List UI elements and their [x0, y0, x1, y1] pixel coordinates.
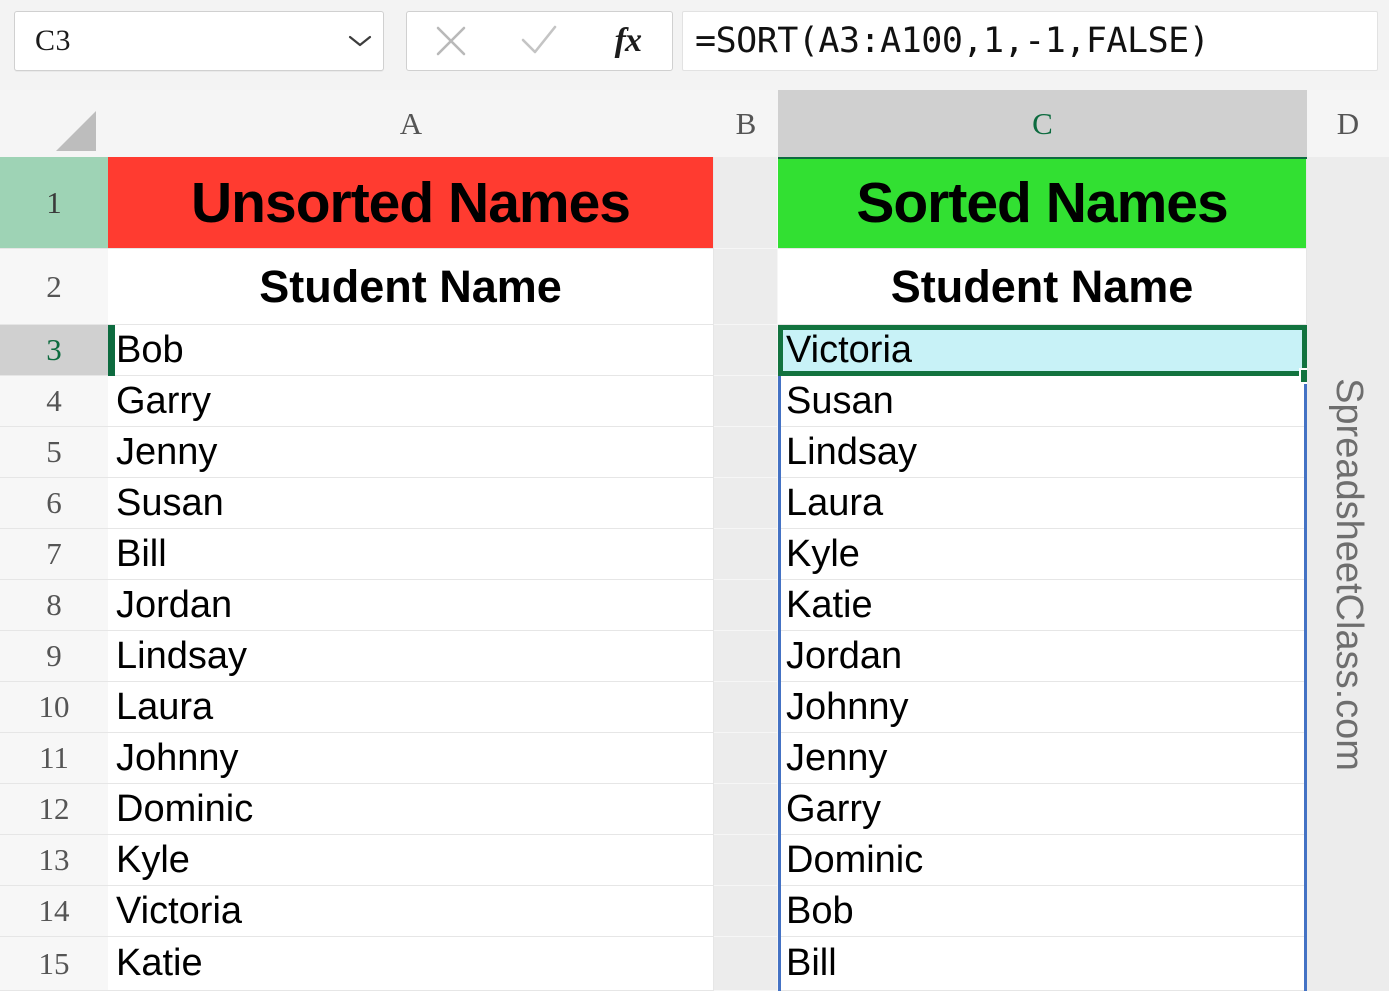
column-header-a[interactable]: A	[108, 90, 715, 157]
name-box-value[interactable]: C3	[15, 24, 337, 58]
column-header-strip: A B C D	[0, 90, 1389, 158]
cell-c2[interactable]: Student Name	[778, 249, 1307, 325]
cell-a9[interactable]: Lindsay	[108, 631, 714, 682]
cell-b5[interactable]	[714, 427, 778, 478]
select-all-corner[interactable]	[0, 90, 109, 157]
column-header-c[interactable]: C	[778, 90, 1308, 157]
formula-input[interactable]: =SORT(A3:A100,1,-1,FALSE)	[682, 11, 1378, 71]
cell-a11[interactable]: Johnny	[108, 733, 714, 784]
row-header-strip: 1 2 3 4 5 6 7 8 9 10 11 12 13 14 15	[0, 157, 109, 991]
cell-c8[interactable]: Katie	[778, 580, 1307, 631]
row-header-11[interactable]: 11	[0, 733, 108, 784]
cell-c13[interactable]: Dominic	[778, 835, 1307, 886]
checkmark-icon	[522, 25, 557, 54]
row-header-1[interactable]: 1	[0, 157, 108, 249]
row-header-5[interactable]: 5	[0, 427, 108, 478]
column-header-b[interactable]: B	[714, 90, 779, 157]
cell-c10[interactable]: Johnny	[778, 682, 1307, 733]
row-header-8[interactable]: 8	[0, 580, 108, 631]
chevron-down-icon[interactable]	[337, 33, 383, 49]
cell-a7[interactable]: Bill	[108, 529, 714, 580]
row-header-12[interactable]: 12	[0, 784, 108, 835]
cell-canvas: Unsorted Names Sorted Names Student Name…	[108, 157, 1389, 991]
row-header-4[interactable]: 4	[0, 376, 108, 427]
enter-button[interactable]	[504, 13, 574, 69]
cell-a2[interactable]: Student Name	[108, 249, 714, 325]
cell-b9[interactable]	[714, 631, 778, 682]
formula-action-buttons: fx	[406, 11, 673, 71]
cell-a3[interactable]: Bob	[108, 325, 714, 376]
fx-icon: fx	[614, 22, 642, 59]
cell-a15[interactable]: Katie	[108, 937, 714, 991]
close-x-icon	[436, 26, 466, 56]
cell-a10[interactable]: Laura	[108, 682, 714, 733]
cell-b7[interactable]	[714, 529, 778, 580]
cell-c6[interactable]: Laura	[778, 478, 1307, 529]
source-range-anchor-marker	[108, 325, 115, 376]
cell-c9[interactable]: Jordan	[778, 631, 1307, 682]
active-cell-text: Victoria	[786, 329, 913, 371]
cell-a12[interactable]: Dominic	[108, 784, 714, 835]
cell-b2[interactable]	[714, 249, 778, 325]
row-header-13[interactable]: 13	[0, 835, 108, 886]
cell-a6[interactable]: Susan	[108, 478, 714, 529]
cancel-button[interactable]	[416, 13, 486, 69]
cell-c15[interactable]: Bill	[778, 937, 1307, 991]
row-header-3[interactable]: 3	[0, 325, 108, 376]
column-header-d[interactable]: D	[1307, 90, 1389, 157]
cell-a1[interactable]: Unsorted Names	[108, 157, 714, 249]
cell-b4[interactable]	[714, 376, 778, 427]
cell-a4[interactable]: Garry	[108, 376, 714, 427]
cell-c5[interactable]: Lindsay	[778, 427, 1307, 478]
cell-b10[interactable]	[714, 682, 778, 733]
row-header-6[interactable]: 6	[0, 478, 108, 529]
formula-bar-region: C3 fx =SORT(A3:A100,1,-1,FALSE)	[0, 0, 1389, 91]
worksheet-grid: A B C D 1 2 3 4 5 6 7 8 9 10 11 12 13 14…	[0, 90, 1389, 991]
cell-b11[interactable]	[714, 733, 778, 784]
cell-c7[interactable]: Kyle	[778, 529, 1307, 580]
row-header-14[interactable]: 14	[0, 886, 108, 937]
cell-b12[interactable]	[714, 784, 778, 835]
cell-b13[interactable]	[714, 835, 778, 886]
row-header-9[interactable]: 9	[0, 631, 108, 682]
cell-a13[interactable]: Kyle	[108, 835, 714, 886]
cell-b14[interactable]	[714, 886, 778, 937]
cell-a8[interactable]: Jordan	[108, 580, 714, 631]
cell-c1[interactable]: Sorted Names	[778, 157, 1307, 249]
cell-b6[interactable]	[714, 478, 778, 529]
name-box[interactable]: C3	[14, 11, 384, 71]
select-all-triangle-icon	[56, 111, 96, 151]
insert-function-button[interactable]: fx	[593, 13, 663, 69]
cell-b15[interactable]	[714, 937, 778, 991]
cell-b8[interactable]	[714, 580, 778, 631]
spill-range-left-border	[778, 325, 781, 991]
watermark-text: SpreadsheetClass.com	[1327, 377, 1370, 771]
cell-c12[interactable]: Garry	[778, 784, 1307, 835]
selected-column-top-marker	[778, 157, 1307, 159]
cell-c11[interactable]: Jenny	[778, 733, 1307, 784]
row-header-10[interactable]: 10	[0, 682, 108, 733]
spreadsheet-app: C3 fx =SORT(A3:A100,1,-1,FALSE) A B C D …	[0, 0, 1389, 991]
cell-a14[interactable]: Victoria	[108, 886, 714, 937]
cell-b1[interactable]	[714, 157, 778, 249]
row-header-2[interactable]: 2	[0, 249, 108, 325]
watermark: SpreadsheetClass.com	[1307, 157, 1389, 991]
row-header-7[interactable]: 7	[0, 529, 108, 580]
cell-c4[interactable]: Susan	[778, 376, 1307, 427]
cell-c14[interactable]: Bob	[778, 886, 1307, 937]
row-header-15[interactable]: 15	[0, 937, 108, 991]
cell-b3[interactable]	[714, 325, 778, 376]
formula-text[interactable]: =SORT(A3:A100,1,-1,FALSE)	[683, 21, 1210, 61]
cell-a5[interactable]: Jenny	[108, 427, 714, 478]
